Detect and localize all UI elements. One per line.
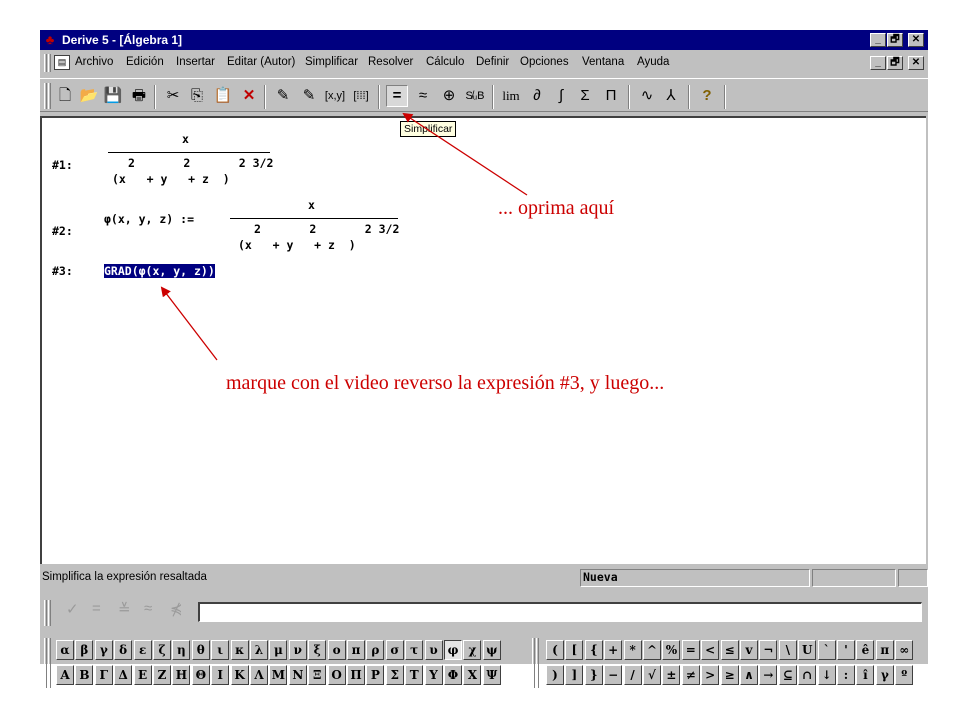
annotation-press-here: ... oprima aquí [498, 197, 615, 219]
annotation-mark-expression: marque con el video reverso la expresión… [226, 372, 665, 394]
arrow-to-simplify [402, 112, 528, 196]
arrow-to-expression-3 [160, 286, 218, 361]
annotation-arrows [160, 112, 528, 361]
